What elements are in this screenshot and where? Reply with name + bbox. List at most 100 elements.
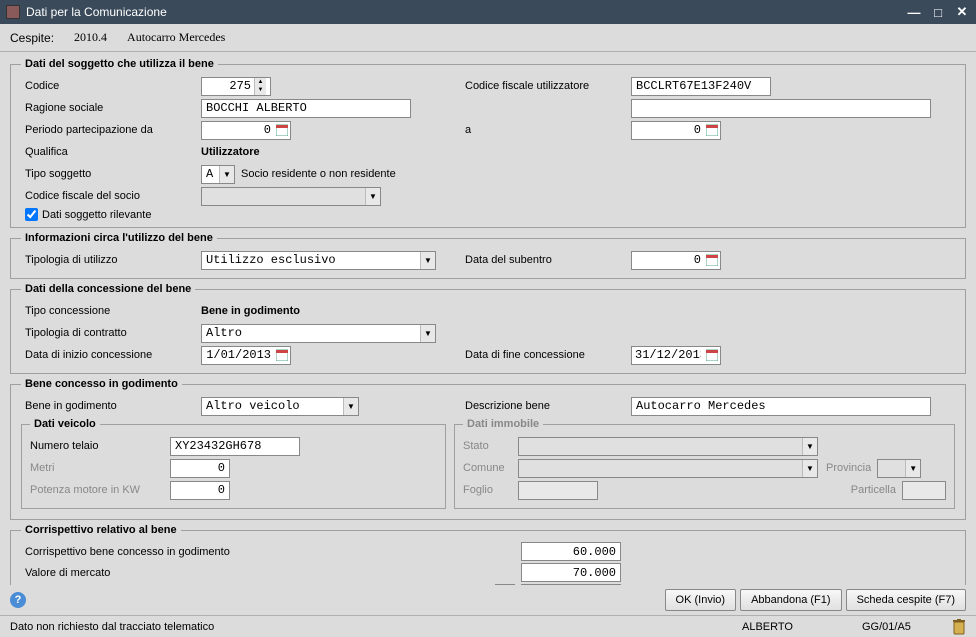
group-dati-veicolo-legend: Dati veicolo	[30, 418, 100, 430]
provincia-combo: ▼	[877, 459, 921, 478]
chevron-down-icon[interactable]: ▼	[420, 252, 435, 269]
tipo-soggetto-combo[interactable]: A▼	[201, 165, 235, 184]
periodo-da-label: Periodo partecipazione da	[21, 124, 201, 136]
chevron-down-icon[interactable]: ▼	[343, 398, 358, 415]
group-dati-immobile: Dati immobile Stato ▼ Comune ▼ Provincia…	[454, 418, 955, 509]
qualifica-value: Utilizzatore	[201, 146, 260, 158]
cespite-number: 2010.4	[74, 30, 107, 45]
tipologia-utilizzo-label: Tipologia di utilizzo	[21, 254, 201, 266]
data-inizio-input[interactable]	[201, 346, 291, 365]
cespite-description: Autocarro Mercedes	[127, 30, 225, 45]
periodo-da-input[interactable]	[201, 121, 291, 140]
stato-combo: ▼	[518, 437, 818, 456]
codice-input[interactable]: ▲▼	[201, 77, 271, 96]
group-corrispettivo: Corrispettivo relativo al bene Corrispet…	[10, 524, 966, 585]
calendar-icon[interactable]	[704, 252, 720, 269]
data-fine-input[interactable]	[631, 346, 721, 365]
cf-utilizzatore-input[interactable]	[631, 77, 771, 96]
mercato-input[interactable]: 70.000	[521, 563, 621, 582]
chevron-down-icon[interactable]: ▼	[365, 188, 380, 205]
up-icon[interactable]: ▲	[255, 78, 266, 87]
dati-rilevante-label: Dati soggetto rilevante	[42, 209, 151, 221]
cespite-label: Cespite:	[10, 31, 54, 45]
tipo-contratto-label: Tipologia di contratto	[21, 327, 201, 339]
maximize-icon[interactable]: □	[930, 4, 946, 20]
ok-button[interactable]: OK (Invio)	[665, 589, 737, 611]
cf-socio-combo[interactable]: ▼	[201, 187, 381, 206]
chevron-down-icon: ▼	[802, 460, 817, 477]
codice-label: Codice	[21, 80, 201, 92]
bene-godimento-combo[interactable]: Altro veicolo▼	[201, 397, 359, 416]
calendar-icon[interactable]	[704, 122, 720, 139]
telaio-input[interactable]	[170, 437, 300, 456]
corrispettivo-label: Corrispettivo bene concesso in godimento	[21, 546, 321, 558]
header-bar: Cespite: 2010.4 Autocarro Mercedes	[0, 24, 976, 52]
calendar-icon[interactable]	[274, 347, 290, 364]
qualifica-label: Qualifica	[21, 146, 201, 158]
abbandona-button[interactable]: Abbandona (F1)	[740, 589, 842, 611]
scheda-cespite-button[interactable]: Scheda cespite (F7)	[846, 589, 966, 611]
ragione-sociale-input[interactable]	[201, 99, 411, 118]
stato-label: Stato	[463, 440, 518, 452]
metri-label: Metri	[30, 462, 170, 474]
chevron-down-icon: ▼	[905, 460, 920, 477]
data-subentro-input[interactable]	[631, 251, 721, 270]
comune-label: Comune	[463, 462, 518, 474]
metri-input[interactable]	[170, 459, 230, 478]
bene-godimento-label: Bene in godimento	[21, 400, 201, 412]
tassare-input[interactable]: 10.000	[521, 584, 621, 585]
descrizione-bene-input[interactable]	[631, 397, 931, 416]
group-bene-godimento: Bene concesso in godimento Bene in godim…	[10, 378, 966, 520]
provincia-label: Provincia	[826, 462, 871, 474]
group-concessione-legend: Dati della concessione del bene	[21, 283, 195, 295]
periodo-a-label: a	[461, 124, 631, 136]
tipo-contratto-combo[interactable]: Altro▼	[201, 324, 436, 343]
potenza-input[interactable]	[170, 481, 230, 500]
mercato-label: Valore di mercato	[21, 567, 321, 579]
group-utilizzo-legend: Informazioni circa l'utilizzo del bene	[21, 232, 217, 244]
tipo-concessione-value: Bene in godimento	[201, 305, 300, 317]
chevron-down-icon[interactable]: ▼	[219, 166, 234, 183]
tipologia-utilizzo-combo[interactable]: Utilizzo esclusivo▼	[201, 251, 436, 270]
chevron-down-icon: ▼	[802, 438, 817, 455]
calendar-icon[interactable]	[704, 347, 720, 364]
comune-combo: ▼	[518, 459, 818, 478]
ragione-extra-input[interactable]	[631, 99, 931, 118]
tipo-concessione-label: Tipo concessione	[21, 305, 201, 317]
tipo-soggetto-desc: Socio residente o non residente	[241, 168, 396, 180]
help-icon[interactable]: ?	[10, 592, 26, 608]
group-corrispettivo-legend: Corrispettivo relativo al bene	[21, 524, 181, 536]
app-icon	[6, 5, 20, 19]
corrispettivo-input[interactable]: 60.000	[521, 542, 621, 561]
dati-rilevante-checkbox[interactable]	[25, 208, 38, 221]
periodo-a-input[interactable]	[631, 121, 721, 140]
group-dati-veicolo: Dati veicolo Numero telaio Metri Potenza…	[21, 418, 446, 509]
descrizione-bene-label: Descrizione bene	[461, 400, 631, 412]
tassare-flag[interactable]	[495, 584, 515, 585]
minimize-icon[interactable]: —	[906, 4, 922, 20]
group-utilizzo: Informazioni circa l'utilizzo del bene T…	[10, 232, 966, 279]
group-soggetto: Dati del soggetto che utilizza il bene C…	[10, 58, 966, 228]
window-title: Dati per la Comunicazione	[26, 5, 906, 19]
group-bene-godimento-legend: Bene concesso in godimento	[21, 378, 182, 390]
potenza-label: Potenza motore in KW	[30, 484, 170, 496]
close-icon[interactable]: ✕	[954, 4, 970, 20]
status-date: GG/01/A5	[862, 621, 942, 633]
status-message: Dato non richiesto dal tracciato telemat…	[10, 621, 742, 633]
group-dati-immobile-legend: Dati immobile	[463, 418, 543, 430]
data-subentro-label: Data del subentro	[461, 254, 631, 266]
calendar-icon[interactable]	[274, 122, 290, 139]
particella-input	[902, 481, 946, 500]
foglio-label: Foglio	[463, 484, 518, 496]
particella-label: Particella	[851, 484, 896, 496]
down-icon[interactable]: ▼	[255, 86, 266, 95]
data-fine-label: Data di fine concessione	[461, 349, 631, 361]
cf-utilizzatore-label: Codice fiscale utilizzatore	[461, 80, 631, 92]
ragione-sociale-label: Ragione sociale	[21, 102, 201, 114]
foglio-input	[518, 481, 598, 500]
tipo-soggetto-label: Tipo soggetto	[21, 168, 201, 180]
group-soggetto-legend: Dati del soggetto che utilizza il bene	[21, 58, 218, 70]
chevron-down-icon[interactable]: ▼	[420, 325, 435, 342]
cf-socio-label: Codice fiscale del socio	[21, 190, 201, 202]
trash-icon[interactable]	[952, 619, 966, 635]
